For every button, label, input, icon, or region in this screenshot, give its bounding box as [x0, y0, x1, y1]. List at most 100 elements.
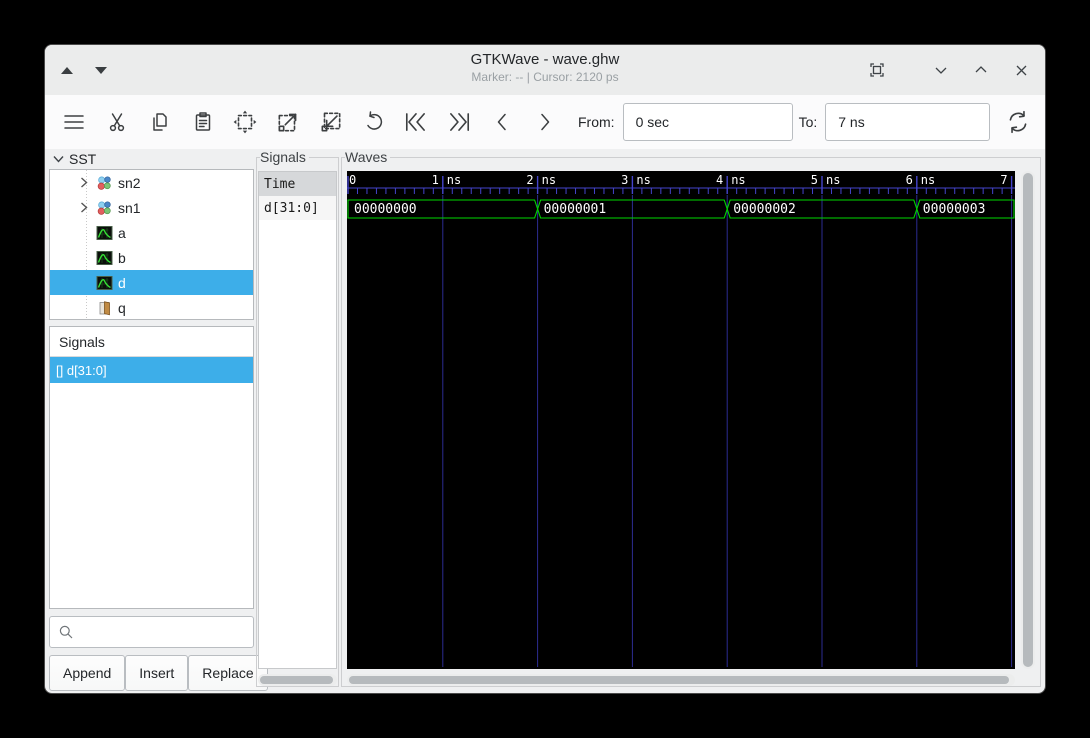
timeline-tick-unit: ns [731, 173, 745, 187]
from-label: From: [578, 114, 615, 130]
timeline-tick-label: 4 [716, 173, 723, 187]
timeline-tick-unit: ns [636, 173, 650, 187]
wave-signal-icon [96, 250, 113, 265]
timeline-tick-label: 2 [526, 173, 533, 187]
timeline-tick-label: 0 [349, 173, 356, 187]
append-button[interactable]: Append [49, 655, 126, 691]
copy-icon [153, 113, 167, 131]
menu-button[interactable] [59, 104, 90, 140]
zoom-in-button[interactable] [273, 104, 304, 140]
keep-above-button[interactable] [867, 60, 887, 80]
paste-icon [195, 112, 210, 131]
timeline-tick-label: 6 [906, 173, 913, 187]
timeline-tick-label: 5 [811, 173, 818, 187]
timeline-tick-unit: ns [447, 173, 461, 187]
timeline-tick-label: 3 [621, 173, 628, 187]
tree-item-label: sn2 [118, 174, 141, 191]
insert-button[interactable]: Insert [125, 655, 189, 691]
signals-hscrollbar[interactable] [258, 674, 337, 686]
timeline-tick-unit: ns [542, 173, 556, 187]
timeline-tick-unit: ns [921, 173, 935, 187]
tree-item-d-selected[interactable]: d [50, 270, 253, 295]
step-forward-button[interactable] [529, 104, 560, 140]
zoom-out-icon [321, 112, 341, 132]
close-button[interactable] [1011, 60, 1031, 80]
tree-item-q[interactable]: q [50, 295, 253, 319]
chevron-right-icon [540, 113, 549, 131]
to-input[interactable] [825, 103, 991, 141]
chevron-down-icon [935, 67, 947, 74]
signal-search[interactable] [49, 616, 254, 648]
titlebar[interactable]: GTKWave - wave.ghw Marker: -- | Cursor: … [45, 45, 1045, 95]
bus-segment-value: 00000002 [733, 202, 796, 217]
cut-icon [109, 113, 125, 132]
bus-segment-value: 00000003 [923, 202, 986, 217]
zoom-fit-icon [234, 110, 257, 134]
port-door-icon [99, 300, 110, 315]
timeline-tick-unit: ns [826, 173, 840, 187]
waves-vscrollbar[interactable] [1021, 171, 1035, 669]
tree-item-label: a [118, 224, 126, 241]
keep-above-icon [870, 63, 884, 77]
tree-item-sn2[interactable]: sn2 [50, 170, 253, 195]
from-input[interactable] [622, 103, 793, 141]
copy-button[interactable] [145, 104, 176, 140]
sst-signals-list: Signals [] d[31:0] [49, 326, 254, 609]
chevron-left-icon [497, 113, 506, 131]
tree-item-b[interactable]: b [50, 245, 253, 270]
bus-segment-value: 00000001 [544, 202, 607, 217]
reload-button[interactable] [1002, 104, 1033, 140]
step-back-button[interactable] [487, 104, 518, 140]
undo-button[interactable] [358, 104, 389, 140]
tree-item-label: d [118, 274, 126, 291]
close-icon [1016, 65, 1026, 75]
reload-icon [1009, 110, 1027, 134]
search-icon [59, 625, 73, 639]
waves-canvas[interactable]: 01ns2ns3ns4ns5ns6ns7ns000000000000000100… [347, 171, 1015, 669]
cut-button[interactable] [102, 104, 133, 140]
sst-header[interactable]: SST [53, 151, 96, 167]
hierarchy-icon [97, 200, 111, 215]
tree-item-sn1[interactable]: sn1 [50, 195, 253, 220]
signal-name-list: Time d[31:0] [258, 171, 337, 669]
minimize-button[interactable] [931, 60, 951, 80]
bus-segment-value: 00000000 [354, 202, 417, 217]
paste-button[interactable] [187, 104, 218, 140]
wave-signal-icon [96, 275, 113, 290]
search-input[interactable] [74, 617, 253, 647]
menu-icon [64, 115, 85, 129]
sst-label: SST [69, 151, 97, 167]
timeline-tick-label: 1 [432, 173, 439, 187]
timeline-tick-label: 7 [1000, 173, 1007, 187]
wave-signal-icon [96, 225, 113, 240]
maximize-button[interactable] [971, 60, 991, 80]
waves-frame-label: Waves [345, 149, 391, 165]
tree-item-a[interactable]: a [50, 220, 253, 245]
signal-list-item-selected[interactable]: [] d[31:0] [50, 357, 253, 383]
signals-list-header: Signals [50, 327, 253, 357]
jump-end-button[interactable] [444, 104, 475, 140]
zoom-out-button[interactable] [316, 104, 347, 140]
expander-down-icon [53, 156, 64, 163]
expander-right-icon[interactable] [80, 202, 94, 213]
chevron-up-icon [975, 66, 987, 73]
gtkwave-window: GTKWave - wave.ghw Marker: -- | Cursor: … [44, 44, 1046, 694]
shade-up-button[interactable] [61, 66, 73, 74]
waves-hscrollbar[interactable] [347, 674, 1015, 686]
jump-to-end-icon [450, 113, 470, 131]
bus-name-row[interactable]: d[31:0] [259, 196, 336, 220]
shade-down-button[interactable] [95, 66, 107, 74]
jump-start-button[interactable] [401, 104, 432, 140]
hierarchy-icon [97, 175, 111, 190]
toolbar: From: To: [45, 95, 1045, 149]
expander-right-icon[interactable] [80, 177, 94, 188]
undo-icon [366, 111, 382, 130]
to-label: To: [798, 114, 818, 130]
sst-tree: sn2 sn1 a b d q [49, 169, 254, 320]
jump-to-start-icon [406, 113, 426, 131]
zoom-in-icon [278, 113, 297, 132]
zoom-fit-button[interactable] [230, 104, 261, 140]
tree-item-label: sn1 [118, 199, 141, 216]
signals-frame-label: Signals [260, 149, 309, 165]
time-row[interactable]: Time [259, 172, 336, 196]
